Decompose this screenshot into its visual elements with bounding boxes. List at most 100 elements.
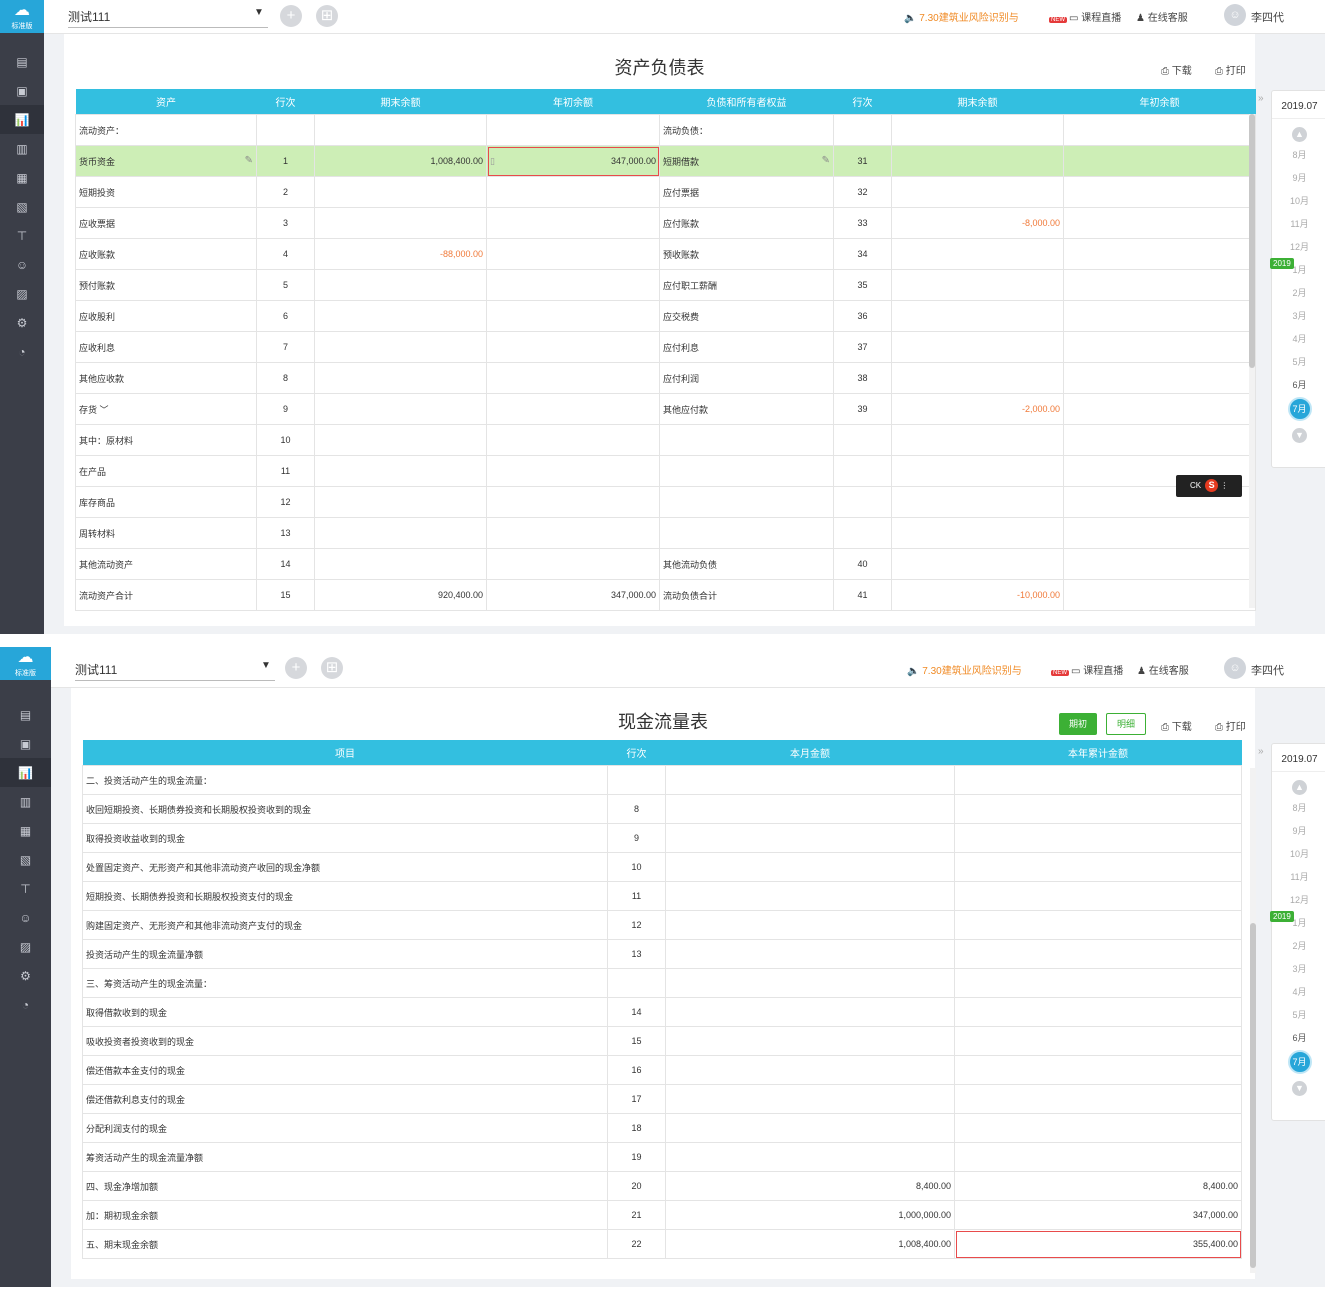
- scrollbar[interactable]: [1249, 114, 1255, 608]
- table-row[interactable]: 收回短期投资、长期债券投资和长期股权投资收到的现金 8: [82, 794, 1242, 824]
- online-service-link[interactable]: ♟ 在线客服: [1136, 9, 1188, 24]
- live-course-link[interactable]: NEW ▭ 课程直播: [1049, 9, 1121, 24]
- table-row[interactable]: 二、投资活动产生的现金流量：: [82, 765, 1242, 795]
- tax-icon[interactable]: ▧: [0, 192, 44, 221]
- liability-end-balance-cell[interactable]: [891, 238, 1064, 270]
- month-item[interactable]: 5月: [1272, 1004, 1325, 1027]
- asset-icon[interactable]: ⊤: [0, 874, 51, 903]
- speed-icon[interactable]: ◔: [0, 990, 51, 1019]
- table-row[interactable]: 在产品 11: [75, 455, 1256, 487]
- year-total-cell[interactable]: [954, 765, 1242, 795]
- month-item[interactable]: 4月: [1272, 328, 1325, 351]
- liability-end-balance-cell[interactable]: [891, 269, 1064, 301]
- asset-end-balance-cell[interactable]: [314, 393, 487, 425]
- liability-begin-balance-cell[interactable]: [1063, 114, 1256, 146]
- liability-begin-balance-cell[interactable]: [1063, 362, 1256, 394]
- asset-end-balance-cell[interactable]: [314, 331, 487, 363]
- table-row[interactable]: 吸收投资者投资收到的现金 15: [82, 1026, 1242, 1056]
- arrow-down-icon[interactable]: ▼: [1292, 1081, 1307, 1096]
- add-account-icon[interactable]: +: [280, 5, 302, 27]
- year-total-cell[interactable]: 8,400.00: [954, 1171, 1242, 1201]
- table-row[interactable]: 其他流动资产 14 其他流动负债 40: [75, 548, 1256, 580]
- year-total-cell[interactable]: [954, 794, 1242, 824]
- year-total-cell[interactable]: 347,000.00: [954, 1200, 1242, 1230]
- table-row[interactable]: 短期投资、长期债券投资和长期股权投资支付的现金 11: [82, 881, 1242, 911]
- asset-begin-balance-cell[interactable]: [486, 455, 660, 487]
- year-total-cell[interactable]: [954, 1113, 1242, 1143]
- asset-begin-balance-cell[interactable]: [486, 548, 660, 580]
- collapse-icon[interactable]: »: [1258, 746, 1264, 757]
- arrow-down-icon[interactable]: ▼: [1292, 428, 1307, 443]
- asset-end-balance-cell[interactable]: [314, 114, 487, 146]
- app-logo[interactable]: ☁ 标准版: [0, 647, 51, 680]
- liability-begin-balance-cell[interactable]: [1063, 269, 1256, 301]
- liability-begin-balance-cell[interactable]: [1063, 517, 1256, 549]
- year-total-cell[interactable]: [954, 910, 1242, 940]
- month-item[interactable]: 2月: [1272, 282, 1325, 305]
- month-amount-cell[interactable]: [665, 794, 955, 824]
- asset-end-balance-cell[interactable]: [314, 207, 487, 239]
- asset-end-balance-cell[interactable]: 1,008,400.00: [314, 145, 487, 177]
- table-row[interactable]: 库存商品 12: [75, 486, 1256, 518]
- apps-grid-icon[interactable]: ⊞: [316, 5, 338, 27]
- archive-icon[interactable]: ▨: [0, 932, 51, 961]
- asset-end-balance-cell[interactable]: 920,400.00: [314, 579, 487, 611]
- detail-button[interactable]: 明细: [1106, 713, 1146, 735]
- bank-icon[interactable]: ▥: [0, 787, 51, 816]
- year-total-cell[interactable]: 355,400.00: [954, 1229, 1242, 1259]
- month-amount-cell[interactable]: [665, 852, 955, 882]
- live-course-link[interactable]: NEW ▭ 课程直播: [1051, 662, 1123, 677]
- liability-end-balance-cell[interactable]: [891, 517, 1064, 549]
- asset-begin-balance-cell[interactable]: [486, 238, 660, 270]
- month-amount-cell[interactable]: [665, 968, 955, 998]
- liability-begin-balance-cell[interactable]: [1063, 548, 1256, 580]
- table-row[interactable]: 偿还借款本金支付的现金 16: [82, 1055, 1242, 1085]
- caret-down-icon[interactable]: ▼: [254, 7, 264, 18]
- month-item[interactable]: 2月: [1272, 935, 1325, 958]
- scrollbar[interactable]: [1250, 768, 1256, 1273]
- liability-end-balance-cell[interactable]: [891, 548, 1064, 580]
- salary-icon[interactable]: ☺: [0, 250, 44, 279]
- month-amount-cell[interactable]: [665, 1055, 955, 1085]
- table-row[interactable]: 预付账款 5 应付职工薪酬 35: [75, 269, 1256, 301]
- asset-begin-balance-cell[interactable]: [486, 331, 660, 363]
- speed-icon[interactable]: ◔: [0, 337, 44, 366]
- month-item[interactable]: 6月: [1272, 374, 1325, 397]
- asset-end-balance-cell[interactable]: [314, 300, 487, 332]
- username[interactable]: 李四代: [1251, 662, 1284, 678]
- asset-begin-balance-cell[interactable]: [486, 114, 660, 146]
- avatar[interactable]: ☺: [1224, 4, 1246, 26]
- username[interactable]: 李四代: [1251, 9, 1284, 25]
- month-amount-cell[interactable]: [665, 765, 955, 795]
- asset-end-balance-cell[interactable]: [314, 424, 487, 456]
- avatar[interactable]: ☺: [1224, 657, 1246, 679]
- table-row[interactable]: 其中：原材料 10: [75, 424, 1256, 456]
- month-amount-cell[interactable]: [665, 881, 955, 911]
- scroll-thumb[interactable]: [1250, 923, 1256, 1268]
- table-row[interactable]: 取得借款收到的现金 14: [82, 997, 1242, 1027]
- asset-icon[interactable]: ⊤: [0, 221, 44, 250]
- liability-begin-balance-cell[interactable]: [1063, 238, 1256, 270]
- ledger-icon[interactable]: ▣: [0, 729, 51, 758]
- month-item[interactable]: 9月: [1272, 820, 1325, 843]
- account-select[interactable]: 测试111: [75, 661, 275, 681]
- month-item[interactable]: 11月: [1272, 866, 1325, 889]
- liability-begin-balance-cell[interactable]: [1063, 331, 1256, 363]
- month-item[interactable]: 8月: [1272, 144, 1325, 167]
- arrow-up-icon[interactable]: ▲: [1292, 127, 1307, 142]
- collapse-icon[interactable]: »: [1258, 93, 1264, 104]
- year-total-cell[interactable]: [954, 997, 1242, 1027]
- period-button[interactable]: 期初: [1059, 713, 1097, 735]
- year-total-cell[interactable]: [954, 968, 1242, 998]
- liability-end-balance-cell[interactable]: [891, 145, 1064, 177]
- liability-end-balance-cell[interactable]: [891, 331, 1064, 363]
- table-row[interactable]: 偿还借款利息支付的现金 17: [82, 1084, 1242, 1114]
- asset-end-balance-cell[interactable]: [314, 486, 487, 518]
- asset-begin-balance-cell[interactable]: [486, 176, 660, 208]
- liability-end-balance-cell[interactable]: [891, 176, 1064, 208]
- asset-begin-balance-cell[interactable]: [486, 269, 660, 301]
- asset-begin-balance-cell[interactable]: 347,000.00: [486, 579, 660, 611]
- month-item[interactable]: 11月: [1272, 213, 1325, 236]
- year-total-cell[interactable]: [954, 881, 1242, 911]
- liability-end-balance-cell[interactable]: [891, 486, 1064, 518]
